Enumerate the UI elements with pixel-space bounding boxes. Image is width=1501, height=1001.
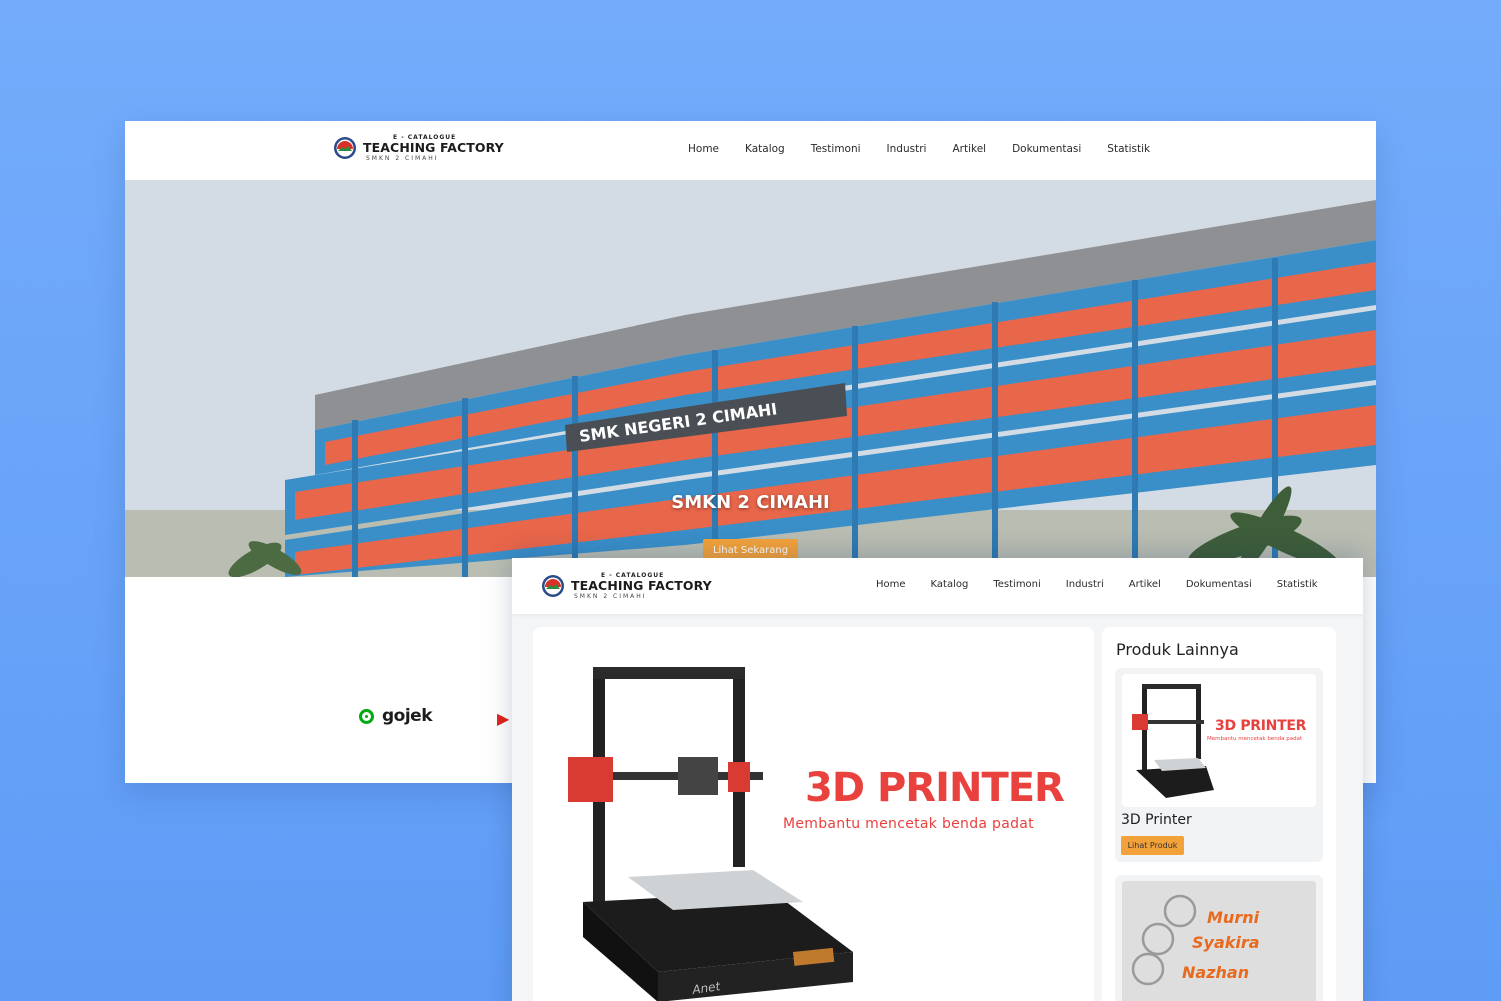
card-image-title: 3D PRINTER [1215, 718, 1307, 734]
nav-statistik[interactable]: Statistik [1277, 579, 1318, 590]
brand-school: SMKN 2 CIMAHI [574, 592, 647, 600]
nav-industri[interactable]: Industri [887, 143, 927, 155]
product-card-image[interactable]: 3D PRINTER Membantu mencetak benda padat [1122, 674, 1316, 807]
school-emblem-icon [542, 575, 564, 598]
gojek-logo-text: gojek [382, 706, 433, 726]
other-products-sidebar: Produk Lainnya 3D PRINTER Membantu mence… [1102, 627, 1336, 1001]
card-image-subtitle: Membantu mencetak benda padat [1207, 736, 1303, 742]
hero-title: SMKN 2 CIMAHI [671, 492, 830, 513]
3d-printer-thumbnail [1132, 684, 1214, 798]
site-header: E - CATALOGUE TEACHING FACTORY SMKN 2 CI… [125, 121, 1376, 180]
keychain-photo: Murni Syakira Nazhan [1122, 881, 1316, 1001]
nav-home[interactable]: Home [876, 579, 906, 590]
product-card[interactable]: Murni Syakira Nazhan [1115, 875, 1323, 1001]
nav-testimoni[interactable]: Testimoni [811, 143, 861, 155]
product-banner-subtitle: Membantu mencetak benda padat [783, 816, 1034, 832]
product-banner-title: 3D PRINTER [805, 765, 1065, 811]
nav-statistik[interactable]: Statistik [1107, 143, 1150, 155]
nav-artikel[interactable]: Artikel [952, 143, 986, 155]
nav-artikel[interactable]: Artikel [1129, 579, 1161, 590]
product-detail-window: E - CATALOGUE TEACHING FACTORY SMKN 2 CI… [512, 558, 1363, 1001]
keychain-name-3: Nazhan [1182, 963, 1249, 982]
nav-dokumentasi[interactable]: Dokumentasi [1186, 579, 1252, 590]
partner-logos: gojek [359, 706, 433, 726]
hero-banner: SMK NEGERI 2 CIMAHI SMKN 2 CIMAHI Lihat … [125, 180, 1376, 577]
product-card-name[interactable]: 3D Printer [1121, 812, 1192, 828]
main-nav: Home Katalog Testimoni Industri Artikel … [876, 579, 1343, 590]
site-logo[interactable]: E - CATALOGUE TEACHING FACTORY SMKN 2 CI… [541, 573, 712, 600]
partner-logo-icon: ▶ [497, 709, 510, 728]
nav-home[interactable]: Home [688, 143, 719, 155]
gojek-logo-icon [359, 708, 374, 724]
product-image-panel: Anet 3D PRINTER Membantu mencetak benda … [533, 627, 1094, 1001]
product-card-image[interactable]: Murni Syakira Nazhan [1122, 881, 1316, 1001]
product-card[interactable]: 3D PRINTER Membantu mencetak benda padat… [1115, 668, 1323, 862]
nav-dokumentasi[interactable]: Dokumentasi [1012, 143, 1081, 155]
brand-name: TEACHING FACTORY [571, 578, 712, 593]
keychain-name-1: Murni [1207, 908, 1260, 927]
brand-school: SMKN 2 CIMAHI [366, 154, 439, 162]
sidebar-title: Produk Lainnya [1116, 640, 1239, 659]
school-emblem-icon [334, 137, 356, 160]
nav-industri[interactable]: Industri [1066, 579, 1104, 590]
main-nav: Home Katalog Testimoni Industri Artikel … [688, 143, 1176, 155]
nav-katalog[interactable]: Katalog [931, 579, 969, 590]
school-building-photo: SMK NEGERI 2 CIMAHI [125, 180, 1376, 577]
view-product-button[interactable]: Lihat Produk [1121, 836, 1184, 855]
keychain-name-2: Syakira [1192, 933, 1260, 952]
brand-name: TEACHING FACTORY [363, 140, 504, 155]
site-logo[interactable]: E - CATALOGUE TEACHING FACTORY SMKN 2 CI… [333, 135, 504, 162]
nav-katalog[interactable]: Katalog [745, 143, 785, 155]
site-header: E - CATALOGUE TEACHING FACTORY SMKN 2 CI… [512, 558, 1363, 614]
nav-testimoni[interactable]: Testimoni [993, 579, 1040, 590]
